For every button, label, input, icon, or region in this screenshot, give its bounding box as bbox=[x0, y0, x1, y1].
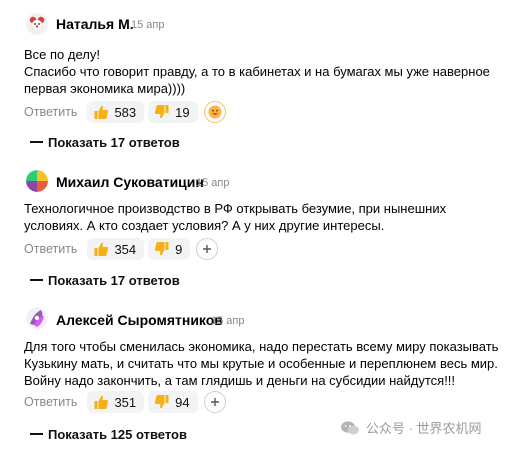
plus-icon bbox=[203, 245, 212, 253]
reply-button[interactable]: Ответить bbox=[24, 242, 77, 256]
comment-actions: Ответить 354 9 bbox=[24, 237, 219, 261]
thumbs-up-icon bbox=[94, 242, 109, 256]
comment-text-line: Все по делу! bbox=[24, 47, 100, 62]
add-reaction-button[interactable] bbox=[203, 391, 226, 413]
comment-date: 15 апр bbox=[211, 315, 245, 327]
smile-emoji-icon bbox=[208, 105, 222, 119]
comment-text-line: Для того чтобы сменилась экономика, надо… bbox=[24, 339, 499, 354]
show-replies-label: Показать 125 ответов bbox=[48, 426, 187, 442]
watermark: 公众号 · 世界农机网 bbox=[340, 418, 482, 437]
thumbs-up-icon bbox=[94, 395, 109, 409]
comment-text-line: Войну надо закончить, а там глядишь и де… bbox=[24, 373, 456, 388]
comment-actions: Ответить 583 19 bbox=[24, 100, 226, 124]
thumbs-down-icon bbox=[155, 395, 169, 409]
dislike-count: 9 bbox=[175, 241, 183, 257]
author-name[interactable]: Алексей Сыромятников bbox=[56, 312, 223, 328]
avatar[interactable] bbox=[26, 13, 48, 35]
dislike-count: 19 bbox=[175, 104, 190, 120]
author-name[interactable]: Михаил Суковатицин bbox=[56, 174, 204, 190]
divider-dash bbox=[30, 141, 43, 143]
add-reaction-button[interactable] bbox=[196, 238, 219, 260]
thumbs-up-icon bbox=[94, 105, 109, 119]
like-count: 583 bbox=[114, 104, 137, 120]
like-count: 351 bbox=[114, 394, 137, 410]
reply-button[interactable]: Ответить bbox=[24, 395, 77, 409]
comment-text-line: Технологичное производство в РФ открыват… bbox=[24, 201, 447, 216]
comment-text: Все по делу! Спасибо что говорит правду,… bbox=[24, 46, 504, 97]
comment-text-line: Спасибо что говорит правду, а то в кабин… bbox=[24, 64, 490, 79]
like-button[interactable]: 354 bbox=[87, 238, 145, 260]
avatar[interactable] bbox=[26, 170, 48, 192]
like-count: 354 bbox=[114, 241, 137, 257]
like-button[interactable]: 583 bbox=[87, 101, 145, 123]
plus-icon bbox=[210, 398, 219, 406]
comment-text-line: Кузькину мать, и считать что мы крутые и… bbox=[24, 356, 498, 371]
like-button[interactable]: 351 bbox=[87, 391, 145, 413]
comment-actions: Ответить 351 94 bbox=[24, 390, 226, 414]
show-replies-button[interactable]: Показать 125 ответов bbox=[30, 426, 187, 442]
show-replies-label: Показать 17 ответов bbox=[48, 134, 180, 150]
thumbs-down-icon bbox=[155, 242, 169, 256]
dislike-button[interactable]: 94 bbox=[148, 391, 198, 413]
author-name[interactable]: Наталья М. bbox=[56, 16, 134, 32]
wechat-icon bbox=[341, 420, 359, 434]
comment-text: Технологичное производство в РФ открыват… bbox=[24, 200, 504, 234]
show-replies-button[interactable]: Показать 17 ответов bbox=[30, 272, 180, 288]
comment-date: 15 апр bbox=[131, 19, 165, 31]
divider-dash bbox=[30, 433, 43, 435]
avatar[interactable] bbox=[26, 307, 48, 329]
dislike-count: 94 bbox=[175, 394, 190, 410]
watermark-text: 公众号 · 世界农机网 bbox=[366, 421, 482, 436]
divider-dash bbox=[30, 279, 43, 281]
comment-text-line: первая экономика мира)))) bbox=[24, 81, 186, 96]
comment-date: 15 апр bbox=[196, 177, 230, 189]
show-replies-button[interactable]: Показать 17 ответов bbox=[30, 134, 180, 150]
reaction-button[interactable] bbox=[203, 101, 226, 123]
comment-text-line: условиях. А кто создает условия? А у них… bbox=[24, 218, 385, 233]
show-replies-label: Показать 17 ответов bbox=[48, 272, 180, 288]
dislike-button[interactable]: 19 bbox=[148, 101, 198, 123]
dislike-button[interactable]: 9 bbox=[148, 238, 191, 260]
reply-button[interactable]: Ответить bbox=[24, 105, 77, 119]
thumbs-down-icon bbox=[155, 105, 169, 119]
comment-text: Для того чтобы сменилась экономика, надо… bbox=[24, 338, 504, 389]
